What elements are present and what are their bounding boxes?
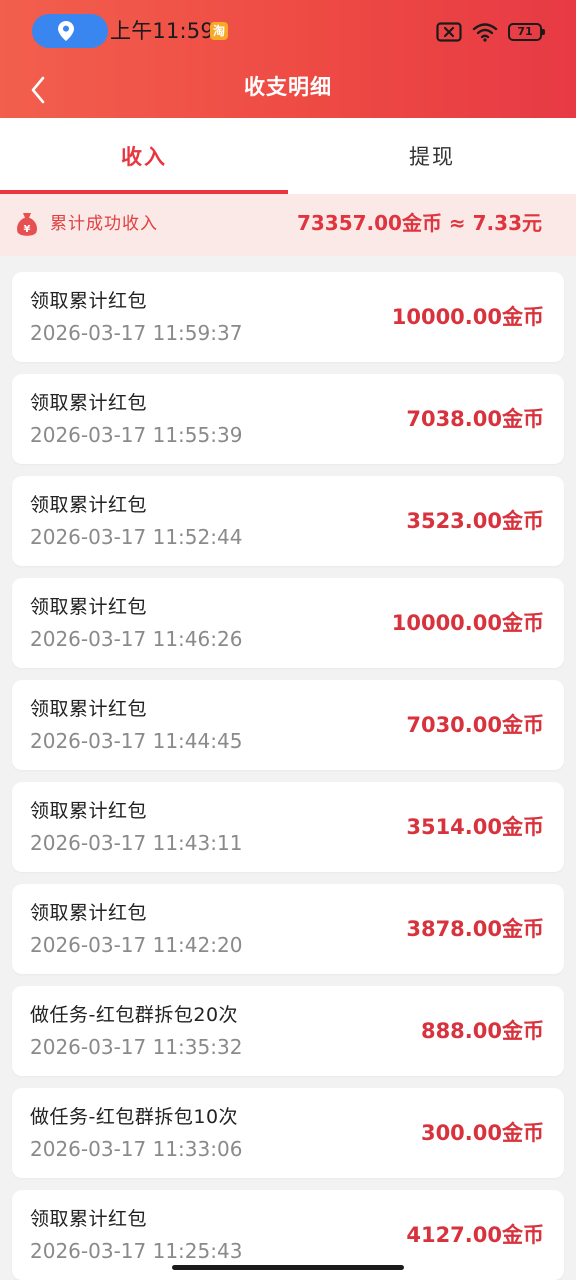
record-amount: 3878.00金币 xyxy=(406,917,544,941)
status-bar: 上午11:59 淘 71 xyxy=(0,0,576,64)
record-amount: 7038.00金币 xyxy=(406,407,544,431)
record-amount: 10000.00金币 xyxy=(391,305,544,329)
tab-bar: 收入 提现 xyxy=(0,118,576,194)
record-amount: 300.00金币 xyxy=(420,1121,544,1145)
record-time: 2026-03-17 11:42:20 xyxy=(30,933,243,957)
record-title: 领取累计红包 xyxy=(30,596,148,618)
list-item[interactable]: 领取累计红包 2026-03-17 11:55:39 7038.00金币 xyxy=(12,374,564,464)
income-summary: ¥ 累计成功收入 73357.00金币 ≈ 7.33元 xyxy=(0,194,576,256)
list-item[interactable]: 领取累计红包 2026-03-17 11:52:44 3523.00金币 xyxy=(12,476,564,566)
location-icon xyxy=(58,21,74,41)
record-time: 2026-03-17 11:52:44 xyxy=(30,525,243,549)
status-icons: 71 xyxy=(436,18,545,46)
record-amount: 7030.00金币 xyxy=(406,713,544,737)
record-amount: 888.00金币 xyxy=(420,1019,544,1043)
record-title: 做任务-红包群拆包10次 xyxy=(30,1106,239,1128)
record-amount: 3514.00金币 xyxy=(406,815,544,839)
tab-income[interactable]: 收入 xyxy=(0,118,288,194)
record-title: 领取累计红包 xyxy=(30,902,148,924)
tab-withdraw[interactable]: 提现 xyxy=(288,118,576,194)
income-details-screen: 上午11:59 淘 71 收支明细 收入 提现 ¥ 累计成功收入 73357.0… xyxy=(0,0,576,1280)
record-title: 领取累计红包 xyxy=(30,800,148,822)
page-title: 收支明细 xyxy=(244,75,332,99)
list-item[interactable]: 做任务-红包群拆包20次 2026-03-17 11:35:32 888.00金… xyxy=(12,986,564,1076)
svg-text:¥: ¥ xyxy=(24,224,31,235)
list-item[interactable]: 领取累计红包 2026-03-17 11:59:37 10000.00金币 xyxy=(12,272,564,362)
list-item[interactable]: 做任务-红包群拆包10次 2026-03-17 11:33:06 300.00金… xyxy=(12,1088,564,1178)
record-amount: 3523.00金币 xyxy=(406,509,544,533)
record-time: 2026-03-17 11:33:06 xyxy=(30,1137,243,1161)
status-time: 上午11:59 xyxy=(110,19,214,43)
record-time: 2026-03-17 11:35:32 xyxy=(30,1035,243,1059)
income-record-list: 领取累计红包 2026-03-17 11:59:37 10000.00金币 领取… xyxy=(12,272,564,1280)
money-bag-icon: ¥ xyxy=(17,213,37,236)
record-amount: 10000.00金币 xyxy=(391,611,544,635)
list-item[interactable]: 领取累计红包 2026-03-17 11:44:45 7030.00金币 xyxy=(12,680,564,770)
wifi-icon xyxy=(472,23,498,42)
record-title: 领取累计红包 xyxy=(30,494,148,516)
record-amount: 4127.00金币 xyxy=(406,1223,544,1247)
record-time: 2026-03-17 11:43:11 xyxy=(30,831,243,855)
sim-off-icon xyxy=(436,22,462,42)
record-title: 领取累计红包 xyxy=(30,290,148,312)
record-time: 2026-03-17 11:55:39 xyxy=(30,423,243,447)
list-item[interactable]: 领取累计红包 2026-03-17 11:42:20 3878.00金币 xyxy=(12,884,564,974)
taobao-badge-icon: 淘 xyxy=(210,22,228,40)
list-item[interactable]: 领取累计红包 2026-03-17 11:43:11 3514.00金币 xyxy=(12,782,564,872)
record-time: 2026-03-17 11:46:26 xyxy=(30,627,243,651)
list-item[interactable]: 领取累计红包 2026-03-17 11:46:26 10000.00金币 xyxy=(12,578,564,668)
header: 上午11:59 淘 71 收支明细 xyxy=(0,0,576,118)
summary-label: 累计成功收入 xyxy=(50,214,158,234)
summary-value: 73357.00金币 ≈ 7.33元 xyxy=(296,211,542,235)
record-title: 领取累计红包 xyxy=(30,392,148,414)
record-title: 做任务-红包群拆包20次 xyxy=(30,1004,239,1026)
record-title: 领取累计红包 xyxy=(30,1208,148,1230)
record-title: 领取累计红包 xyxy=(30,698,148,720)
nav-bar: 收支明细 xyxy=(0,64,576,118)
battery-icon: 71 xyxy=(508,23,545,41)
record-time: 2026-03-17 11:25:43 xyxy=(30,1239,243,1263)
tab-income-label: 收入 xyxy=(121,145,167,169)
record-time: 2026-03-17 11:44:45 xyxy=(30,729,243,753)
tab-withdraw-label: 提现 xyxy=(409,145,455,169)
record-time: 2026-03-17 11:59:37 xyxy=(30,321,243,345)
location-pill[interactable] xyxy=(32,14,108,48)
home-indicator[interactable] xyxy=(172,1265,404,1270)
